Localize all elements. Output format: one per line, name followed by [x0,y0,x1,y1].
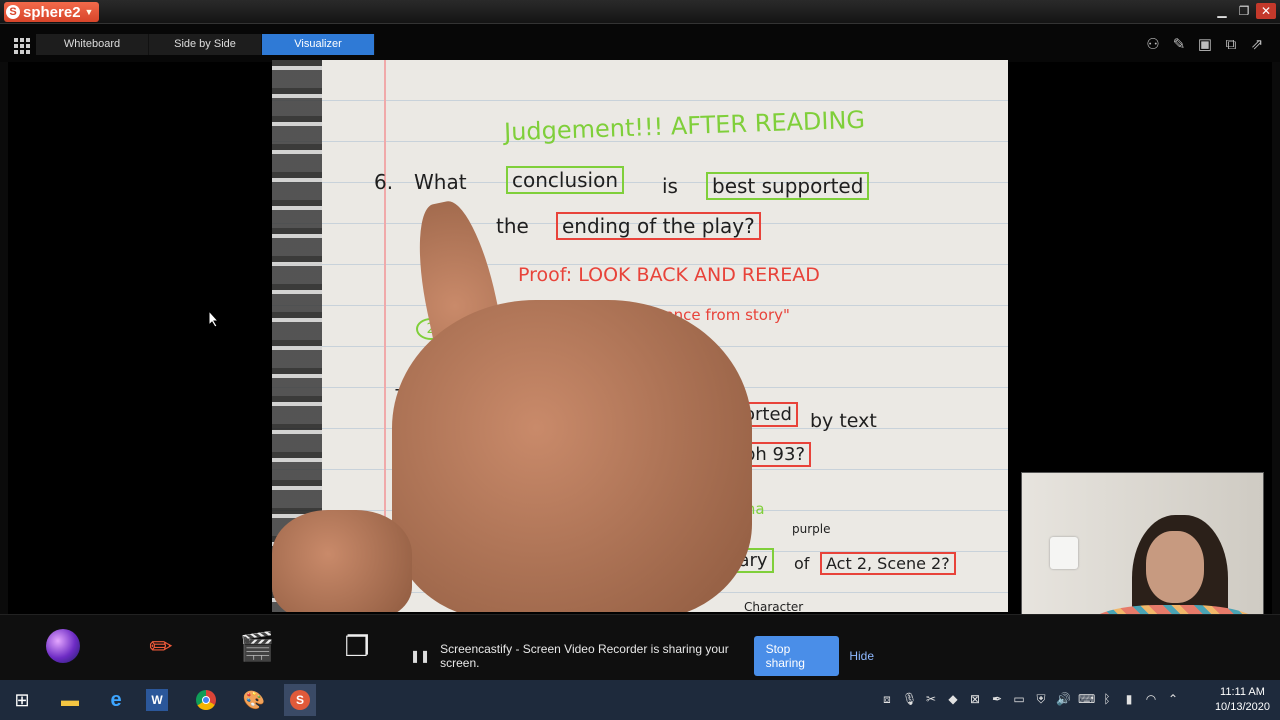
chevron-down-icon: ▼ [84,7,94,17]
purple-label: purple [792,522,831,536]
file-explorer-icon[interactable]: ▬ [56,686,84,714]
pen-icon[interactable]: ✒ [990,692,1004,707]
volume-icon[interactable]: 🔊 [1056,692,1071,707]
minimize-button[interactable]: ▁ [1212,3,1232,19]
of-word: of [794,554,810,573]
question-6-is: is [662,174,678,198]
hide-button[interactable]: Hide [849,649,874,663]
chevron-up-icon[interactable]: ⌃ [1166,692,1180,707]
tab-whiteboard[interactable]: Whiteboard [36,34,149,55]
boxed-act-scene: Act 2, Scene 2? [820,552,956,575]
bottom-dock: ✏ 🎬 ❐ ❚❚ Screencastify - Screen Video Re… [0,614,1280,680]
keyboard-icon[interactable]: ⌨ [1078,692,1095,707]
hand-left [272,510,412,612]
mode-toolbar: Whiteboard Side by Side Visualizer ⚇ ✎ ▣… [0,24,1280,62]
title-bar: S sphere2 ▼ ▁ ❐ ✕ [0,0,1280,24]
windows-start-icon[interactable]: ⊞ [8,686,36,714]
mouse-cursor-icon [208,310,220,328]
character-label: Character [744,600,804,612]
sphere-logo-icon: S [6,5,20,19]
proof-line: Proof: LOOK BACK AND REREAD [518,264,820,286]
clock-time: 11:11 AM [1220,686,1265,698]
taskbar-clock[interactable]: 11:11 AM 10/13/2020 [1215,685,1270,715]
office-icon[interactable]: ◆ [946,692,960,707]
wall-plate [1050,537,1078,569]
share-message: Screencastify - Screen Video Recorder is… [440,642,729,670]
tab-side-by-side[interactable]: Side by Side [149,34,262,55]
question-6-the: the [496,214,529,238]
app-menu-button[interactable]: S sphere2 ▼ [4,2,100,22]
close-button[interactable]: ✕ [1256,3,1276,19]
system-tray: ⧈ 🎙 ✂ ◆ ⊠ ✒ ▭ ⛨ 🔊 ⌨ ᛒ ▮ ◠ ⌃ [880,692,1180,707]
clock-date: 10/13/2020 [1214,701,1270,713]
word-icon[interactable]: W [146,689,168,711]
sphere-orb-icon[interactable] [44,627,82,665]
toolbar-right-icons: ⚇ ✎ ▣ ⧉ ⇗ [1144,36,1266,54]
display-icon[interactable]: ▭ [1012,692,1026,707]
people-icon[interactable]: ⚇ [1144,36,1162,54]
question-6-word: What [414,170,467,194]
window-controls: ▁ ❐ ✕ [1212,3,1276,19]
boxed-best-supported: best supported [706,172,870,200]
presenter-face [1146,531,1204,603]
clapperboard-icon[interactable]: 🎬 [238,627,276,665]
mode-tabs: Whiteboard Side by Side Visualizer [36,34,375,55]
pencil-ruler-icon[interactable]: ✏ [142,627,180,665]
sphere2-window: S sphere2 ▼ ▁ ❐ ✕ Whiteboard Side by Sid… [0,0,1280,720]
sphere-app-icon[interactable]: S [284,684,316,716]
question-6-number: 6. [374,170,394,194]
pause-icon: ❚❚ [410,649,431,663]
battery-icon[interactable]: ▮ [1122,692,1136,707]
network-icon[interactable]: ⧈ [880,692,894,707]
boxed-conclusion: conclusion [506,166,625,194]
external-icon[interactable]: ⇗ [1248,36,1266,54]
paint-icon[interactable]: 🎨 [240,686,268,714]
apps-grid-icon[interactable] [14,38,30,54]
tray-tool-icon[interactable]: ✂ [924,692,938,707]
screen-share-notification: ❚❚ Screencastify - Screen Video Recorder… [404,636,874,676]
close-tray-icon[interactable]: ⊠ [968,692,982,707]
popout-icon[interactable]: ⧉ [1222,36,1240,54]
stop-sharing-button[interactable]: Stop sharing [753,636,840,676]
visualizer-camera-feed: Judgement!!! AFTER READING 6. What concl… [272,60,1008,612]
chrome-icon[interactable] [192,686,220,714]
tab-visualizer[interactable]: Visualizer [262,34,375,55]
capture-icon[interactable]: ❐ [338,627,376,665]
app-name: sphere2 [23,3,81,21]
bluetooth-icon[interactable]: ᛒ [1100,692,1114,707]
internet-explorer-icon[interactable]: e [102,686,130,714]
windows-taskbar: ⊞ ▬ e W 🎨 S ⧈ 🎙 ✂ ◆ ⊠ ✒ ▭ ⛨ 🔊 ⌨ ᛒ ▮ ◠ ⌃ [0,680,1280,720]
restore-button[interactable]: ❐ [1234,3,1254,19]
pen-tools-icon[interactable]: ✎ [1170,36,1188,54]
wifi-icon[interactable]: ◠ [1144,692,1158,707]
window-icon[interactable]: ▣ [1196,36,1214,54]
boxed-ending-of-the-play: ending of the play? [556,212,761,240]
microphone-icon[interactable]: 🎙 [902,692,917,707]
by-text: by text [810,410,877,432]
hand-palm [392,300,752,612]
security-icon[interactable]: ⛨ [1034,692,1048,707]
